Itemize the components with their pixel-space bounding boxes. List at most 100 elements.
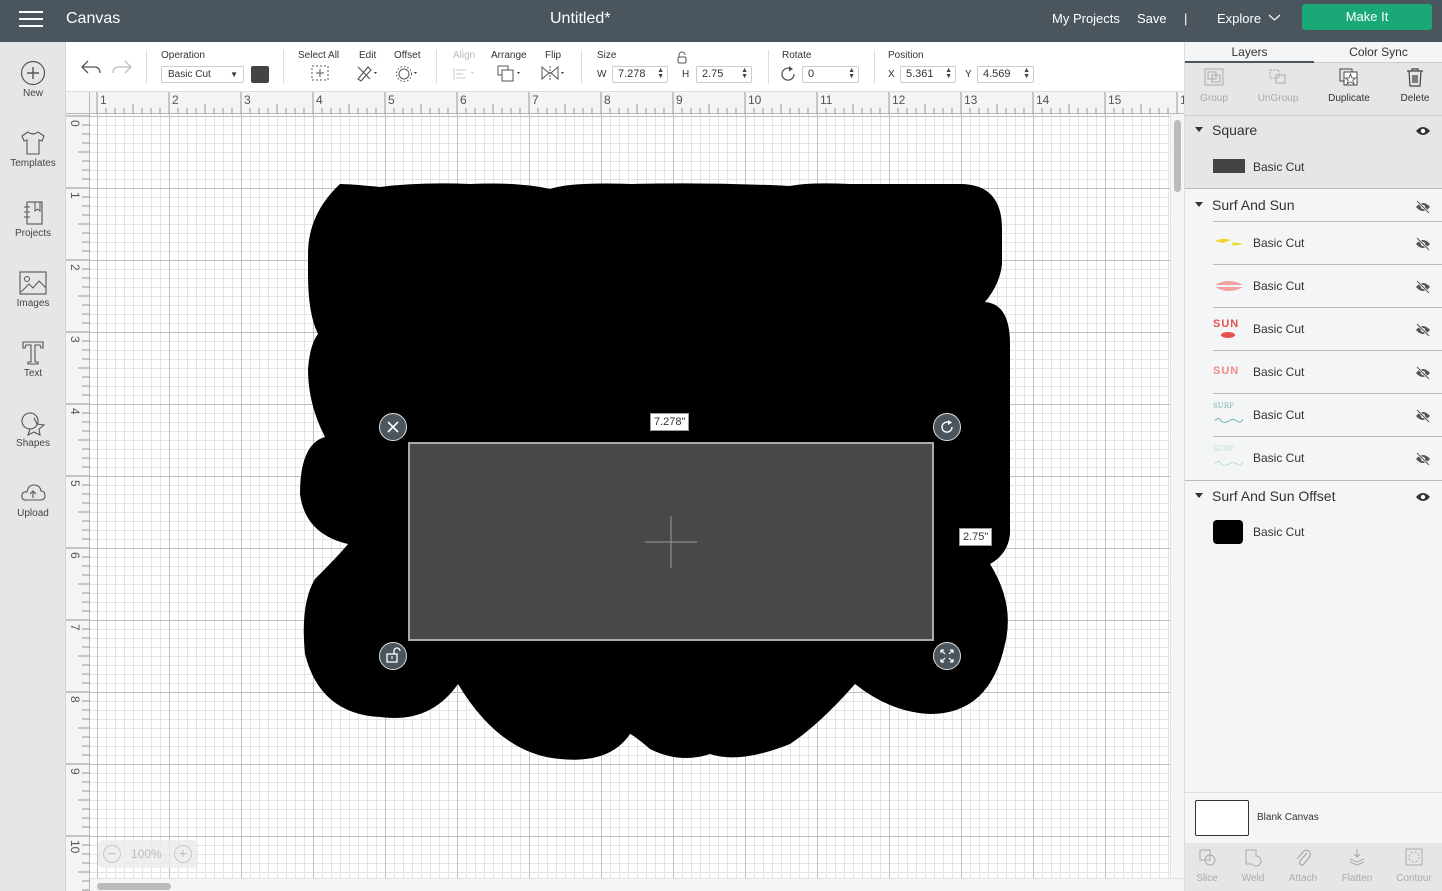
offset-icon[interactable] bbox=[395, 64, 421, 82]
zoom-in-button[interactable]: + bbox=[174, 845, 192, 863]
collapse-triangle-icon[interactable] bbox=[1195, 127, 1203, 132]
tool-label: Attach bbox=[1288, 873, 1318, 884]
y-position-input[interactable]: 4.569 ▲ ▼ bbox=[977, 66, 1034, 83]
eye-hidden-icon[interactable] bbox=[1415, 452, 1431, 466]
sidebar-item-shapes[interactable]: Shapes bbox=[0, 410, 66, 470]
operation-select[interactable]: Basic Cut ▼ bbox=[161, 66, 244, 83]
delete-button[interactable]: Delete bbox=[1383, 67, 1442, 104]
eye-hidden-icon[interactable] bbox=[1415, 323, 1431, 337]
eye-icon[interactable] bbox=[1415, 125, 1431, 137]
color-swatch[interactable] bbox=[251, 66, 269, 83]
zoom-out-button[interactable]: − bbox=[103, 845, 121, 863]
select-all-label: Select All bbox=[298, 50, 340, 61]
rotate-handle[interactable] bbox=[933, 413, 961, 441]
close-icon bbox=[387, 421, 399, 433]
layer-group-square[interactable]: Square bbox=[1185, 116, 1442, 146]
height-input[interactable]: 2.75 ▲ ▼ bbox=[696, 66, 752, 83]
explore-menu[interactable]: Explore bbox=[1217, 11, 1261, 26]
slice-button[interactable]: Slice bbox=[1181, 847, 1233, 884]
layer-group-surf-and-sun[interactable]: Surf And Sun bbox=[1185, 191, 1442, 221]
sidebar-item-templates[interactable]: Templates bbox=[0, 130, 66, 190]
tool-label: Flatten bbox=[1341, 873, 1373, 884]
rotate-value: 0 bbox=[808, 68, 815, 80]
sidebar-item-upload[interactable]: Upload bbox=[0, 480, 66, 540]
eye-hidden-icon[interactable] bbox=[1415, 409, 1431, 423]
collapse-triangle-icon[interactable] bbox=[1195, 202, 1203, 207]
attach-button[interactable]: Attach bbox=[1277, 847, 1329, 884]
layer-group-surf-and-sun-offset[interactable]: Surf And Sun Offset bbox=[1185, 482, 1442, 512]
ruler-label: 3 bbox=[68, 336, 82, 343]
ungroup-button[interactable]: UnGroup bbox=[1246, 67, 1310, 104]
scale-handle[interactable] bbox=[933, 642, 961, 670]
flip-icon[interactable] bbox=[540, 64, 568, 82]
layer-item[interactable]: Basic Cut bbox=[1213, 512, 1442, 555]
layer-item[interactable]: SURF Basic Cut bbox=[1213, 393, 1442, 436]
width-input[interactable]: 7.278 ▲ ▼ bbox=[612, 66, 668, 83]
stepper-icon[interactable]: ▲ ▼ bbox=[741, 67, 748, 80]
sidebar-item-new[interactable]: New bbox=[0, 60, 66, 120]
stepper-icon[interactable]: ▲ ▼ bbox=[945, 67, 952, 80]
layer-thumbnail: SUN bbox=[1213, 316, 1245, 342]
arrange-icon[interactable] bbox=[496, 64, 524, 82]
layer-name: Basic Cut bbox=[1253, 322, 1305, 336]
group-button[interactable]: Group bbox=[1182, 67, 1246, 104]
sidebar-item-projects[interactable]: Projects bbox=[0, 200, 66, 260]
collapse-triangle-icon[interactable] bbox=[1195, 493, 1203, 498]
lock-open-icon[interactable] bbox=[674, 51, 690, 65]
ruler-label: 5 bbox=[68, 480, 82, 487]
my-projects-link[interactable]: My Projects bbox=[1052, 11, 1120, 26]
stepper-icon[interactable]: ▲ ▼ bbox=[657, 67, 664, 80]
delete-handle[interactable] bbox=[379, 413, 407, 441]
flatten-button[interactable]: Flatten bbox=[1331, 847, 1383, 884]
eye-hidden-icon[interactable] bbox=[1415, 237, 1431, 251]
redo-icon[interactable] bbox=[111, 58, 133, 76]
layer-item[interactable]: Basic Cut bbox=[1213, 264, 1442, 307]
eye-hidden-icon[interactable] bbox=[1415, 280, 1431, 294]
layer-item[interactable]: Basic Cut bbox=[1213, 221, 1442, 264]
stepper-icon[interactable]: ▲ ▼ bbox=[848, 67, 855, 80]
select-all-icon[interactable] bbox=[310, 64, 330, 82]
tab-layers[interactable]: Layers bbox=[1185, 45, 1314, 63]
layer-item[interactable]: SUN Basic Cut bbox=[1213, 307, 1442, 350]
save-link[interactable]: Save bbox=[1137, 11, 1167, 26]
edit-icon[interactable] bbox=[355, 64, 381, 82]
dropdown-arrow-icon: ▼ bbox=[230, 70, 238, 79]
document-title[interactable]: Untitled* bbox=[550, 10, 610, 28]
layer-name: Basic Cut bbox=[1253, 365, 1305, 379]
layer-item[interactable]: SUN Basic Cut bbox=[1213, 350, 1442, 393]
horizontal-scrollbar[interactable] bbox=[90, 878, 1184, 891]
design-canvas[interactable]: 7.278" 2.75" bbox=[90, 114, 1170, 878]
vertical-scrollbar[interactable] bbox=[1170, 114, 1184, 878]
layer-thumbnail bbox=[1213, 520, 1243, 544]
layer-item[interactable]: Basic Cut bbox=[1213, 146, 1442, 189]
sidebar-item-images[interactable]: Images bbox=[0, 270, 66, 330]
rotate-input[interactable]: 0 ▲ ▼ bbox=[802, 66, 859, 83]
group-name: Square bbox=[1212, 122, 1258, 138]
blank-canvas-swatch[interactable] bbox=[1195, 800, 1249, 836]
eye-icon[interactable] bbox=[1415, 491, 1431, 503]
left-sidebar: New Templates Projects Images Text Shape… bbox=[0, 42, 66, 891]
scroll-thumb[interactable] bbox=[1174, 120, 1181, 192]
thumbnail-swirl bbox=[1214, 418, 1244, 423]
contour-button[interactable]: Contour bbox=[1388, 847, 1440, 884]
undo-icon[interactable] bbox=[80, 58, 102, 76]
thumbnail-text: SUN bbox=[1213, 365, 1240, 377]
ruler-label: 8 bbox=[68, 696, 82, 703]
duplicate-button[interactable]: Duplicate bbox=[1317, 67, 1381, 104]
sidebar-item-text[interactable]: Text bbox=[0, 340, 66, 400]
weld-button[interactable]: Weld bbox=[1227, 847, 1279, 884]
chevron-down-icon[interactable] bbox=[1268, 13, 1281, 22]
edit-label: Edit bbox=[359, 50, 377, 61]
x-position-input[interactable]: 5.361 ▲ ▼ bbox=[900, 66, 956, 83]
eye-hidden-icon[interactable] bbox=[1415, 366, 1431, 380]
tab-color-sync[interactable]: Color Sync bbox=[1314, 45, 1442, 59]
selected-square[interactable] bbox=[408, 442, 934, 641]
stepper-icon[interactable]: ▲ ▼ bbox=[1023, 67, 1030, 80]
hamburger-menu-icon[interactable] bbox=[19, 11, 43, 29]
scroll-thumb[interactable] bbox=[97, 883, 171, 890]
make-it-button[interactable]: Make It bbox=[1302, 4, 1432, 30]
lock-handle[interactable] bbox=[379, 642, 407, 670]
align-icon[interactable] bbox=[452, 64, 478, 82]
layer-item[interactable]: SURF Basic Cut bbox=[1213, 436, 1442, 479]
eye-hidden-icon[interactable] bbox=[1415, 200, 1431, 214]
